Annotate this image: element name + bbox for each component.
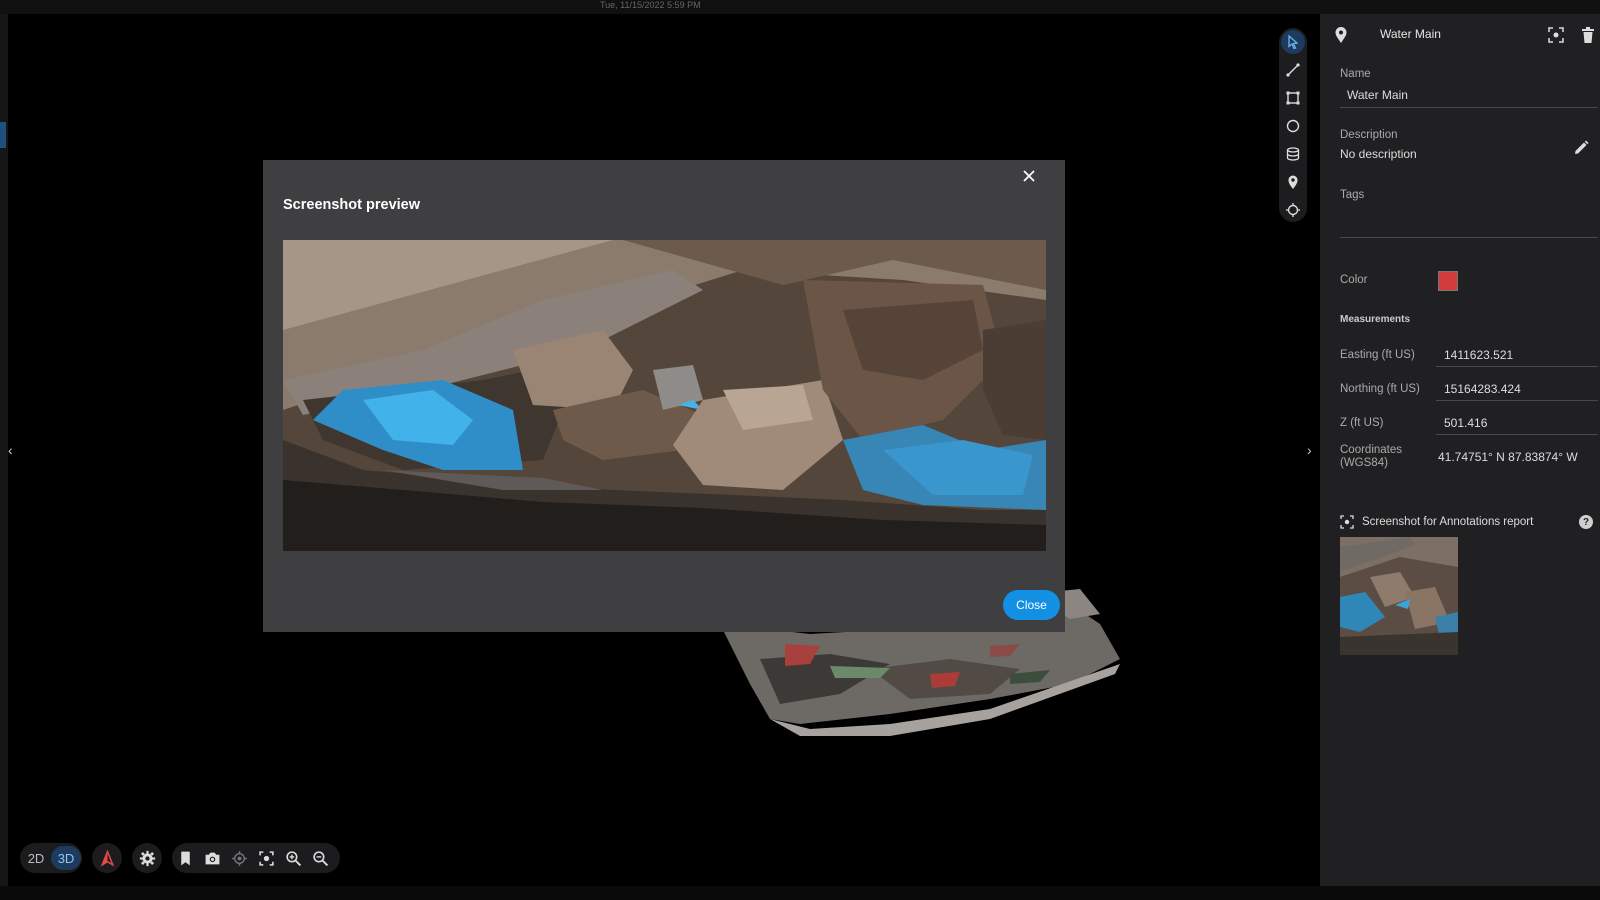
northing-underline <box>1436 400 1598 401</box>
zoom-out-icon[interactable] <box>309 847 331 869</box>
name-field-underline <box>1340 107 1598 108</box>
screenshot-focus-icon <box>1340 515 1354 529</box>
tools-pill <box>172 843 340 873</box>
screenshot-preview-image <box>283 240 1046 551</box>
annotation-panel: Water Main Name Water Main Description N… <box>1320 14 1600 886</box>
mode-2d-button[interactable]: 2D <box>21 846 51 870</box>
circle-icon[interactable] <box>1281 114 1305 138</box>
measurement-toolbar <box>1279 28 1307 222</box>
screenshot-report-label: Screenshot for Annotations report <box>1362 516 1534 528</box>
panel-header: Water Main <box>1320 14 1600 54</box>
chevron-right-icon[interactable]: › <box>1307 442 1312 458</box>
screenshot-preview-dialog: Screenshot preview Close <box>263 160 1065 632</box>
locate-icon[interactable] <box>228 847 250 869</box>
line-measure-icon[interactable] <box>1281 58 1305 82</box>
dialog-title: Screenshot preview <box>283 197 420 213</box>
chevron-left-icon[interactable]: ‹ <box>8 442 13 458</box>
coordinates-sublabel: (WGS84) <box>1340 457 1388 469</box>
tags-label: Tags <box>1340 189 1365 201</box>
name-label: Name <box>1340 68 1371 80</box>
measurements-title: Measurements <box>1340 314 1411 325</box>
focus-icon[interactable] <box>255 847 277 869</box>
northing-value: 15164283.424 <box>1444 382 1521 396</box>
panel-title: Water Main <box>1380 27 1441 41</box>
coordinates-value: 41.74751° N 87.83874° W <box>1438 450 1578 464</box>
mode-3d-button[interactable]: 3D <box>51 846 81 870</box>
bookmark-icon[interactable] <box>174 847 196 869</box>
volume-icon[interactable] <box>1281 142 1305 166</box>
tags-field[interactable] <box>1340 237 1598 238</box>
northing-label: Northing (ft US) <box>1340 383 1420 395</box>
north-arrow-icon[interactable] <box>96 847 118 869</box>
z-underline <box>1436 434 1598 435</box>
top-bar: Tue, 11/15/2022 5:59 PM <box>0 0 1600 14</box>
left-sidebar-marker[interactable] <box>0 122 6 148</box>
select-icon[interactable] <box>1281 30 1305 54</box>
color-swatch[interactable] <box>1438 271 1458 291</box>
camera-icon[interactable] <box>201 847 223 869</box>
z-value: 501.416 <box>1444 416 1488 430</box>
pencil-icon[interactable] <box>1572 139 1590 157</box>
description-label: Description <box>1340 129 1398 141</box>
z-label: Z (ft US) <box>1340 417 1384 429</box>
help-icon[interactable]: ? <box>1579 515 1593 529</box>
pin-icon <box>1335 27 1347 43</box>
trash-icon[interactable] <box>1581 26 1595 44</box>
name-field[interactable]: Water Main <box>1347 88 1408 102</box>
north-pill <box>92 843 122 873</box>
view-mode-toggle: 2D 3D <box>20 843 82 873</box>
status-bar <box>0 886 1600 900</box>
settings-pill <box>132 843 162 873</box>
pin-icon[interactable] <box>1281 170 1305 194</box>
point-icon[interactable] <box>1281 198 1305 222</box>
easting-label: Easting (ft US) <box>1340 349 1415 361</box>
focus-icon[interactable] <box>1547 26 1565 44</box>
screenshot-thumbnail[interactable] <box>1340 537 1458 655</box>
zoom-in-icon[interactable] <box>282 847 304 869</box>
easting-value: 1411623.521 <box>1444 348 1514 362</box>
area-measure-icon[interactable] <box>1281 86 1305 110</box>
close-button[interactable]: Close <box>1003 590 1060 620</box>
settings-icon[interactable] <box>136 847 158 869</box>
coordinates-label: Coordinates <box>1340 444 1403 456</box>
color-label: Color <box>1340 274 1368 286</box>
top-bar-title: Tue, 11/15/2022 5:59 PM <box>600 0 701 10</box>
close-icon[interactable] <box>1021 168 1037 184</box>
easting-underline <box>1436 366 1598 367</box>
description-field[interactable]: No description <box>1340 147 1417 161</box>
